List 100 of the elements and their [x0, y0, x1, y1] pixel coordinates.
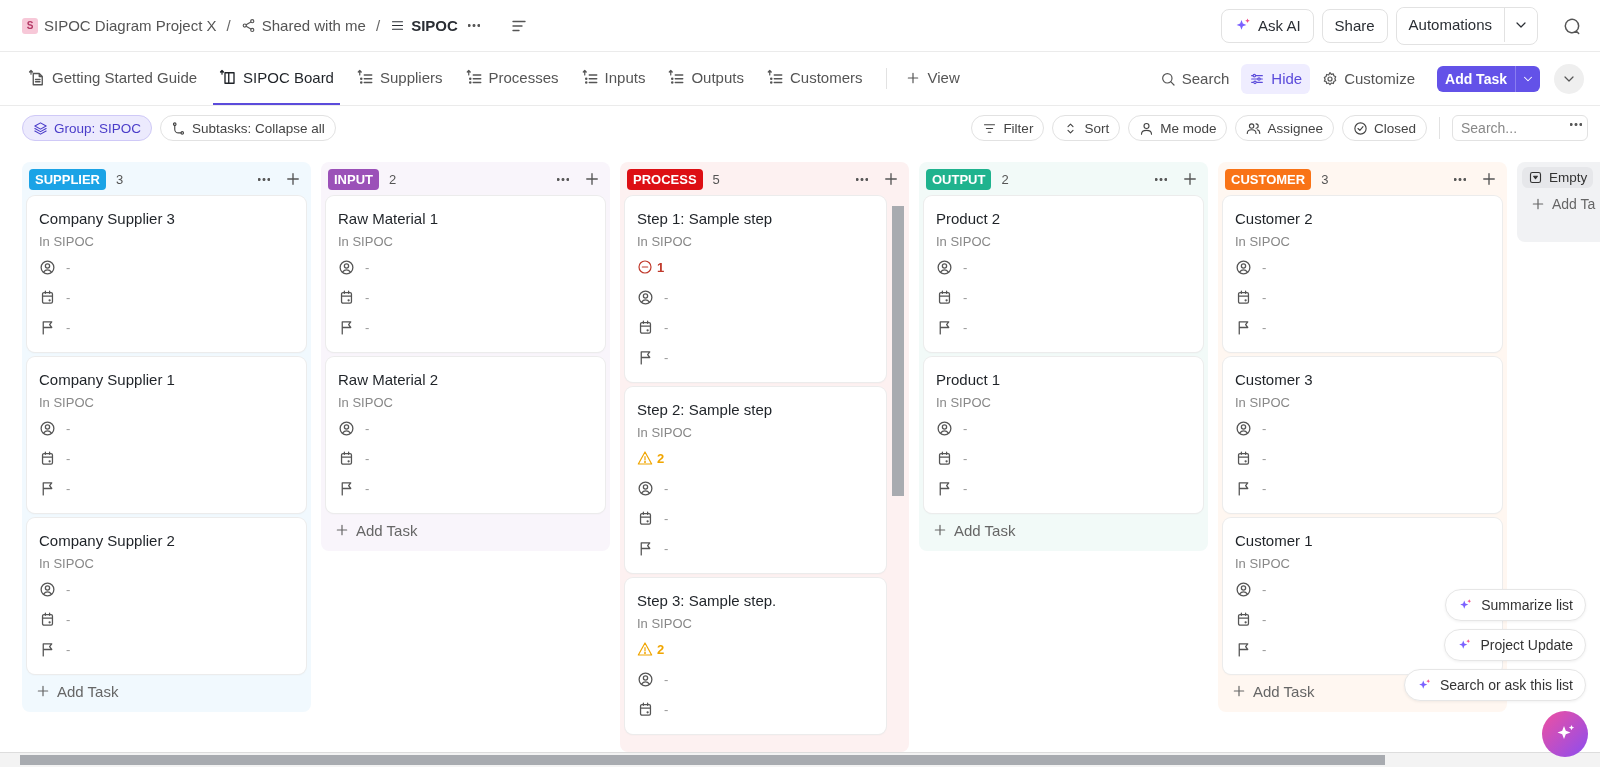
more-button[interactable]	[256, 175, 272, 183]
list-icon	[464, 68, 483, 87]
task-card[interactable]: Company Supplier 1 In SIPOC - - -	[27, 357, 306, 513]
task-count: 5	[712, 171, 720, 187]
space-avatar: S	[22, 17, 38, 34]
share-button[interactable]: Share	[1321, 8, 1388, 43]
task-card[interactable]: Company Supplier 3 In SIPOC - - -	[27, 196, 306, 352]
list-icon	[580, 68, 599, 87]
view-tab[interactable]: Customers	[759, 52, 869, 105]
task-location: In SIPOC	[39, 233, 95, 251]
add-view-button[interactable]: View	[899, 52, 966, 105]
assignee-button[interactable]: Assignee	[1235, 115, 1334, 141]
group-chip[interactable]: Group: SIPOC	[22, 115, 153, 141]
task-title: Product 2	[936, 209, 1002, 229]
breadcrumb-link[interactable]: S SIPOC Diagram Project X	[22, 17, 217, 34]
add-task-button[interactable]: Add Task	[1437, 65, 1515, 92]
share-icon	[240, 18, 256, 33]
calendar-icon	[637, 700, 654, 718]
add-task-button[interactable]: Add Task	[326, 513, 426, 547]
task-card[interactable]: Raw Material 1 In SIPOC - - -	[326, 196, 605, 352]
view-tab[interactable]: SIPOC Board	[213, 52, 340, 105]
check-circle-icon	[1352, 120, 1368, 136]
calendar-icon	[936, 449, 953, 467]
dropdown-button[interactable]	[1515, 65, 1540, 92]
me-button[interactable]: Me mode	[1128, 115, 1228, 141]
task-card[interactable]: Step 3: Sample step. In SIPOC 2 - -	[625, 578, 886, 734]
task-card[interactable]: Step 1: Sample step In SIPOC 1 - - -	[625, 196, 886, 382]
date-value: -	[1262, 611, 1267, 627]
task-title: Company Supplier 2	[39, 531, 176, 551]
assignee-value: -	[66, 581, 71, 597]
priority-value: -	[365, 480, 370, 496]
user-icon	[338, 258, 355, 276]
user-icon	[637, 479, 654, 497]
view-tab[interactable]: Getting Started Guide	[22, 52, 204, 105]
task-location: In SIPOC	[637, 615, 693, 633]
task-card[interactable]: Step 2: Sample step In SIPOC 2 - - -	[625, 387, 886, 573]
ask-ai-button[interactable]: Ask AI	[1221, 8, 1314, 43]
search-field[interactable]: Search...	[1452, 115, 1588, 141]
automations-button[interactable]: Automations	[1396, 7, 1505, 42]
task-location: In SIPOC	[39, 555, 95, 573]
horizontal-scrollbar[interactable]	[20, 755, 1385, 765]
sort-button[interactable]: Sort	[1052, 115, 1121, 141]
ai-action-button[interactable]: Search or ask this list	[1403, 669, 1586, 701]
add-task-button[interactable]: Add Task	[924, 513, 1024, 547]
ai-assistant-button[interactable]	[1542, 711, 1588, 757]
list-icon	[765, 68, 784, 87]
task-card[interactable]: Raw Material 2 In SIPOC - - -	[326, 357, 605, 513]
ai-action-button[interactable]: Summarize list	[1445, 589, 1586, 621]
priority-value: -	[963, 319, 968, 335]
task-card[interactable]: Customer 2 In SIPOC - - -	[1223, 196, 1502, 352]
assignee-value: -	[1262, 259, 1267, 275]
add-task-button[interactable]: Add Task	[27, 674, 127, 708]
hide-button[interactable]: Hide	[1241, 63, 1311, 94]
more-button[interactable]	[1452, 175, 1468, 183]
date-value: -	[963, 289, 968, 305]
date-value: -	[66, 289, 71, 305]
filter-button[interactable]: Filter	[971, 115, 1045, 141]
task-location: In SIPOC	[1235, 394, 1291, 412]
customize-button[interactable]: Customize	[1314, 63, 1423, 94]
task-title: Step 3: Sample step.	[637, 591, 778, 611]
calendar-icon	[637, 509, 654, 527]
breadcrumb-text: SIPOC	[411, 17, 458, 34]
more-icon	[1155, 177, 1167, 181]
date-value: -	[66, 611, 71, 627]
date-value: -	[66, 450, 71, 466]
more-button[interactable]	[555, 175, 571, 183]
breadcrumb-current[interactable]: SIPOC	[390, 17, 458, 34]
view-tab[interactable]: Processes	[458, 52, 565, 105]
breadcrumb-link[interactable]: Shared with me	[240, 17, 366, 34]
task-card[interactable]: Customer 3 In SIPOC - - -	[1223, 357, 1502, 513]
date-value: -	[963, 450, 968, 466]
search-button[interactable]: Search	[1151, 63, 1238, 94]
more-icon	[557, 177, 569, 181]
user-icon	[936, 419, 953, 437]
more-button[interactable]	[1153, 175, 1169, 183]
view-tab[interactable]: Outputs	[661, 52, 750, 105]
user-icon	[1235, 580, 1252, 598]
view-tab[interactable]: Inputs	[574, 52, 652, 105]
priority-value: -	[66, 641, 71, 657]
ai-action-button[interactable]: Project Update	[1444, 629, 1586, 661]
task-location: In SIPOC	[39, 394, 95, 412]
warning-icon	[637, 450, 653, 466]
subtasks-chip[interactable]: Subtasks: Collapse all	[160, 115, 336, 141]
closed-button[interactable]: Closed	[1341, 115, 1427, 141]
user-icon	[39, 258, 56, 276]
dropdown-box-icon	[1528, 170, 1543, 185]
more-button[interactable]	[1570, 123, 1582, 126]
priority-value: -	[664, 349, 669, 365]
add-task-button[interactable]: Add Task	[1223, 674, 1323, 708]
assignee-value: -	[66, 259, 71, 275]
task-card[interactable]: Company Supplier 2 In SIPOC - - -	[27, 518, 306, 674]
more-button[interactable]	[465, 22, 482, 29]
view-tab[interactable]: Suppliers	[349, 52, 449, 105]
task-card[interactable]: Product 1 In SIPOC - - -	[924, 357, 1203, 513]
add-task-button[interactable]: Add Ta	[1522, 188, 1600, 220]
more-button[interactable]	[854, 175, 870, 183]
priority-value: -	[365, 319, 370, 335]
board-icon	[219, 68, 238, 87]
task-card[interactable]: Product 2 In SIPOC - - -	[924, 196, 1203, 352]
assignee-value: -	[365, 259, 370, 275]
